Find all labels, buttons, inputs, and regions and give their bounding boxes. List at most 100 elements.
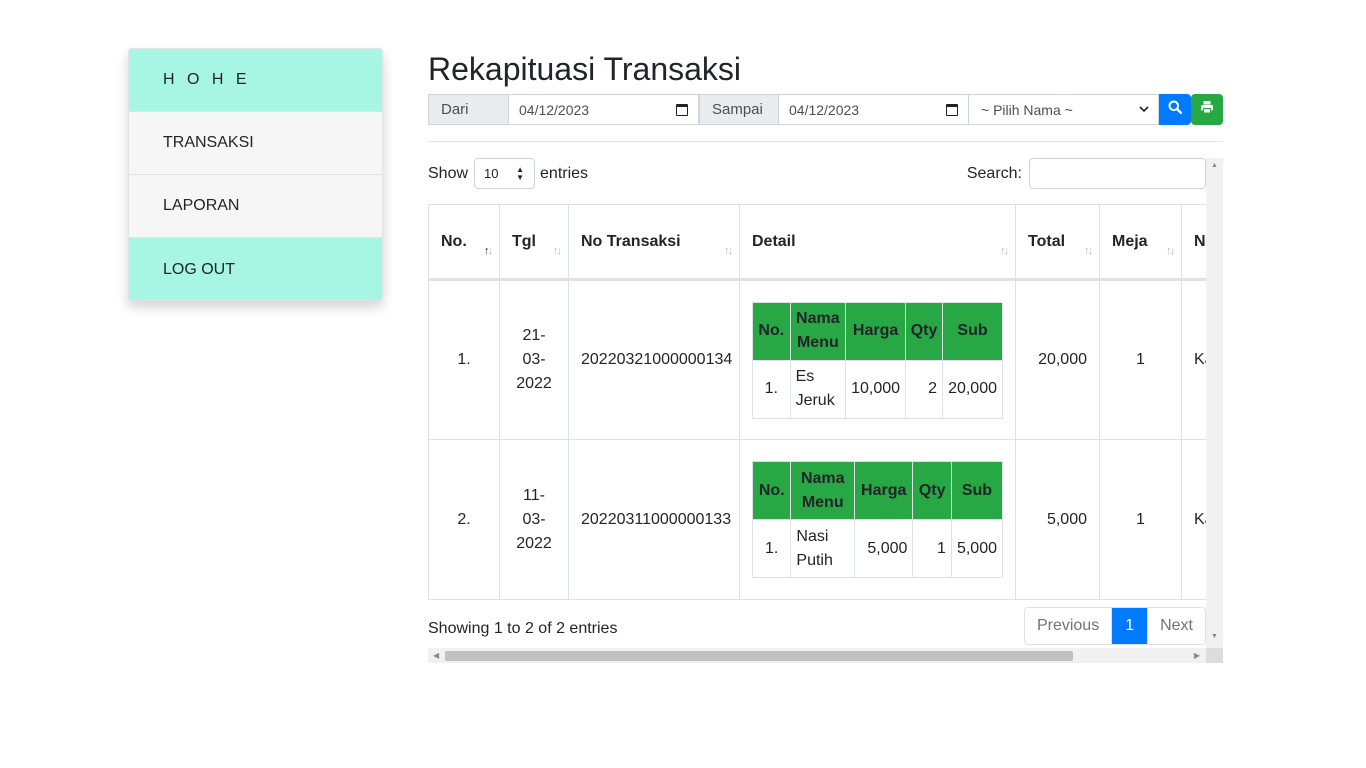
cell-detail: No. Nama Menu Harga Qty Sub 1. Nasi Puti… [739, 439, 1016, 600]
cell-meja: 1 [1099, 279, 1182, 440]
sort-icon: ↑↓ [553, 245, 562, 257]
cell-detail: No. Nama Menu Harga Qty Sub 1. Es Jeruk [739, 279, 1016, 440]
cell-meja: 1 [1099, 439, 1182, 600]
detail-sub: 20,000 [942, 359, 1003, 419]
detail-harga: 5,000 [854, 519, 914, 578]
detail-menu: Nasi Putih [790, 519, 856, 578]
detail-row: 1. Es Jeruk 10,000 2 20,000 [752, 359, 1003, 419]
table-header-row: No. ↑↓ Tgl ↑↓ No Transaksi ↑↓ Detail ↑↓ Tota… [428, 204, 1206, 281]
sort-icon: ↑↓ [1166, 245, 1175, 257]
print-button[interactable] [1191, 94, 1223, 125]
scrollbar-thumb[interactable] [445, 651, 1073, 661]
detail-sub: 5,000 [950, 519, 1004, 578]
to-label: Sampai [699, 94, 779, 125]
detail-table: No. Nama Menu Harga Qty Sub 1. Nasi Puti… [751, 461, 1004, 578]
table-search: Search: [967, 158, 1206, 189]
detail-header-qty: Qty [912, 461, 952, 520]
cell-total: 20,000 [1015, 279, 1100, 440]
detail-header-no: No. [752, 301, 791, 361]
detail-qty: 2 [905, 359, 944, 419]
sidebar-brand[interactable]: H O H E [129, 49, 382, 112]
scroll-right-icon[interactable]: ▶ [1194, 651, 1200, 660]
search-label: Search: [966, 164, 1022, 182]
cell-nama-kasir: Ka La [1181, 439, 1206, 600]
calendar-icon[interactable] [676, 104, 688, 116]
to-date-value: 04/12/2023 [789, 101, 860, 118]
cell-no: 2. [428, 439, 500, 600]
table-row: 1. 21-03-2022 20220321000000134 No. Nama… [428, 279, 1206, 440]
detail-header-qty: Qty [905, 301, 944, 361]
detail-header-harga: Harga [854, 461, 914, 520]
col-header-tgl[interactable]: Tgl ↑↓ [499, 204, 569, 281]
print-icon [1200, 100, 1214, 119]
cell-no-transaksi: 20220321000000134 [568, 279, 740, 440]
detail-header-sub: Sub [942, 301, 1003, 361]
divider [428, 141, 1223, 142]
pagination: Previous 1 Next [1023, 607, 1206, 645]
detail-header-no: No. [751, 461, 792, 520]
calendar-icon[interactable] [946, 104, 958, 116]
cell-nama-kasir: Ka Se [1181, 279, 1206, 440]
sidebar: H O H E TRANSAKSI LAPORAN LOG OUT [128, 48, 383, 301]
detail-menu: Es Jeruk [789, 359, 847, 419]
main-content: Rekapituasi Transaksi Dari 04/12/2023 Sa… [428, 48, 1223, 663]
from-date-input[interactable]: 04/12/2023 [508, 94, 699, 125]
from-date-value: 04/12/2023 [519, 101, 590, 118]
pagination-page-1[interactable]: 1 [1111, 608, 1148, 644]
name-select[interactable]: ~ Pilih Nama ~ [968, 94, 1159, 125]
transactions-table: No. ↑↓ Tgl ↑↓ No Transaksi ↑↓ Detail ↑↓ Tota… [428, 204, 1206, 600]
table-scroll-area[interactable]: Show 10 ▲ ▼ entries Search: No. ↑↓ Tgl ↑… [428, 158, 1223, 663]
name-select-value: ~ Pilih Nama ~ [981, 101, 1073, 118]
sort-updown-icon: ▲ ▼ [516, 165, 525, 182]
search-button[interactable] [1159, 94, 1191, 125]
pagination-previous[interactable]: Previous [1025, 608, 1111, 644]
pagination-next[interactable]: Next [1147, 608, 1205, 644]
scroll-down-icon[interactable]: ▼ [1211, 633, 1218, 640]
table-info: Showing 1 to 2 of 2 entries [428, 620, 618, 637]
horizontal-scrollbar[interactable]: ◀ ▶ [428, 648, 1206, 663]
cell-no: 1. [428, 279, 500, 440]
sidebar-item-laporan[interactable]: LAPORAN [129, 175, 382, 238]
cell-no-transaksi: 20220311000000133 [568, 439, 740, 600]
sort-icon: ↑↓ [1000, 245, 1009, 257]
detail-header-harga: Harga [845, 301, 907, 361]
detail-no: 1. [751, 519, 792, 578]
to-date-input[interactable]: 04/12/2023 [778, 94, 969, 125]
detail-no: 1. [752, 359, 791, 419]
detail-header-menu: Nama Menu [790, 461, 856, 520]
entries-label: entries [540, 164, 589, 182]
col-header-nama-kasir[interactable]: N K [1181, 204, 1206, 281]
chevron-down-icon [1138, 103, 1150, 118]
sort-icon: ↑↓ [484, 245, 493, 257]
cell-total: 5,000 [1015, 439, 1100, 600]
from-label: Dari [428, 94, 509, 125]
show-label: Show [428, 164, 469, 182]
detail-row: 1. Nasi Putih 5,000 1 5,000 [751, 519, 1004, 578]
detail-table: No. Nama Menu Harga Qty Sub 1. Es Jeruk [752, 301, 1003, 419]
cell-tgl: 11-03-2022 [499, 439, 569, 600]
sort-icon: ↑↓ [724, 245, 733, 257]
col-header-meja[interactable]: Meja ↑↓ [1099, 204, 1182, 281]
table-row: 2. 11-03-2022 20220311000000133 No. Nama… [428, 439, 1206, 600]
scroll-left-icon[interactable]: ◀ [433, 651, 439, 660]
filter-bar: Dari 04/12/2023 Sampai 04/12/2023 ~ Pili… [428, 94, 1223, 125]
sidebar-item-transaksi[interactable]: TRANSAKSI [129, 112, 382, 175]
vertical-scrollbar[interactable]: ▲ ▼ [1206, 158, 1223, 648]
page-length-value: 10 [484, 166, 499, 181]
col-header-total[interactable]: Total ↑↓ [1015, 204, 1100, 281]
page-title: Rekapituasi Transaksi [428, 51, 742, 87]
table-search-input[interactable] [1029, 158, 1206, 189]
col-header-detail[interactable]: Detail ↑↓ [739, 204, 1016, 281]
detail-header-sub: Sub [950, 461, 1004, 520]
sidebar-item-logout[interactable]: LOG OUT [129, 238, 382, 300]
cell-tgl: 21-03-2022 [499, 279, 569, 440]
detail-harga: 10,000 [845, 359, 907, 419]
scroll-up-icon[interactable]: ▲ [1211, 162, 1218, 169]
page-length-control: Show 10 ▲ ▼ entries [428, 158, 588, 189]
scrollbar-corner [1206, 648, 1223, 663]
page-length-select[interactable]: 10 ▲ ▼ [474, 158, 536, 189]
col-header-no[interactable]: No. ↑↓ [428, 204, 500, 281]
search-icon [1168, 100, 1183, 119]
col-header-no-transaksi[interactable]: No Transaksi ↑↓ [568, 204, 740, 281]
detail-qty: 1 [912, 519, 952, 578]
